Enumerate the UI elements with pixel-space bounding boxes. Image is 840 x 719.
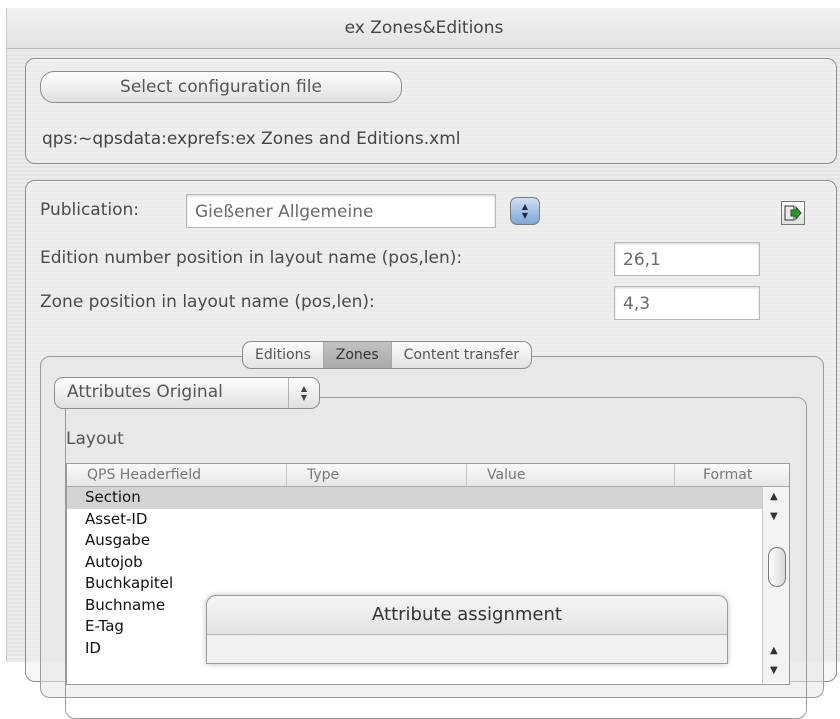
table-header: QPS Headerfield Type Value Format bbox=[67, 464, 789, 487]
column-header-type[interactable]: Type bbox=[287, 464, 467, 486]
table-row[interactable]: Asset-ID bbox=[67, 509, 762, 531]
zone-position-field[interactable]: 4,3 bbox=[614, 286, 760, 320]
column-header-format[interactable]: Format bbox=[675, 464, 789, 486]
publication-stepper[interactable]: ▲ ▼ bbox=[510, 197, 540, 225]
window-title: ex Zones&Editions bbox=[344, 18, 504, 38]
scroll-down-icon[interactable]: ▼ bbox=[770, 511, 778, 522]
column-header-value[interactable]: Value bbox=[467, 464, 675, 486]
table-row[interactable]: Ausgabe bbox=[67, 530, 762, 552]
table-row[interactable]: Autojob bbox=[67, 552, 762, 574]
vertical-scrollbar[interactable]: ▲ ▼ ▲ ▼ bbox=[762, 487, 789, 683]
main-window: ex Zones&Editions Select configuration f… bbox=[6, 8, 840, 719]
column-header-qps-headerfield[interactable]: QPS Headerfield bbox=[67, 464, 287, 486]
attributes-popup[interactable]: Attributes Original ▲ ▼ bbox=[54, 377, 320, 409]
scroll-up-icon[interactable]: ▲ bbox=[770, 645, 778, 656]
window-titlebar[interactable]: ex Zones&Editions bbox=[7, 8, 840, 49]
tab-bar: Editions Zones Content transfer bbox=[242, 341, 533, 369]
select-configuration-file-button[interactable]: Select configuration file bbox=[40, 71, 402, 103]
scroll-down-icon[interactable]: ▼ bbox=[770, 665, 778, 676]
configuration-file-path: qps:~qpsdata:exprefs:ex Zones and Editio… bbox=[42, 129, 461, 149]
edition-position-field[interactable]: 26,1 bbox=[614, 242, 760, 276]
export-button[interactable] bbox=[781, 201, 805, 225]
scroll-thumb[interactable] bbox=[768, 547, 786, 587]
stepper-up-icon: ▲ bbox=[521, 202, 529, 211]
tab-zones[interactable]: Zones bbox=[323, 342, 392, 368]
stepper-down-icon: ▼ bbox=[521, 211, 529, 220]
attribute-assignment-dialog: Attribute assignment bbox=[206, 595, 728, 664]
scroll-up-icon[interactable]: ▲ bbox=[770, 491, 778, 502]
edition-position-label: Edition number position in layout name (… bbox=[40, 248, 463, 268]
zone-position-label: Zone position in layout name (pos,len): bbox=[40, 292, 375, 312]
publication-field[interactable]: Gießener Allgemeine bbox=[186, 194, 496, 228]
attributes-popup-value: Attributes Original bbox=[67, 382, 223, 402]
popup-arrows-icon: ▲ ▼ bbox=[288, 378, 319, 408]
publication-label: Publication: bbox=[40, 200, 140, 220]
export-arrow-icon bbox=[784, 205, 802, 221]
configuration-file-group: Select configuration file qps:~qpsdata:e… bbox=[25, 58, 837, 164]
table-row[interactable]: Section bbox=[67, 487, 762, 509]
tab-editions[interactable]: Editions bbox=[243, 342, 324, 368]
tab-content-transfer[interactable]: Content transfer bbox=[392, 342, 531, 368]
layout-label: Layout bbox=[66, 429, 124, 449]
table-row[interactable]: Buchkapitel bbox=[67, 573, 762, 595]
dialog-title: Attribute assignment bbox=[207, 596, 727, 635]
